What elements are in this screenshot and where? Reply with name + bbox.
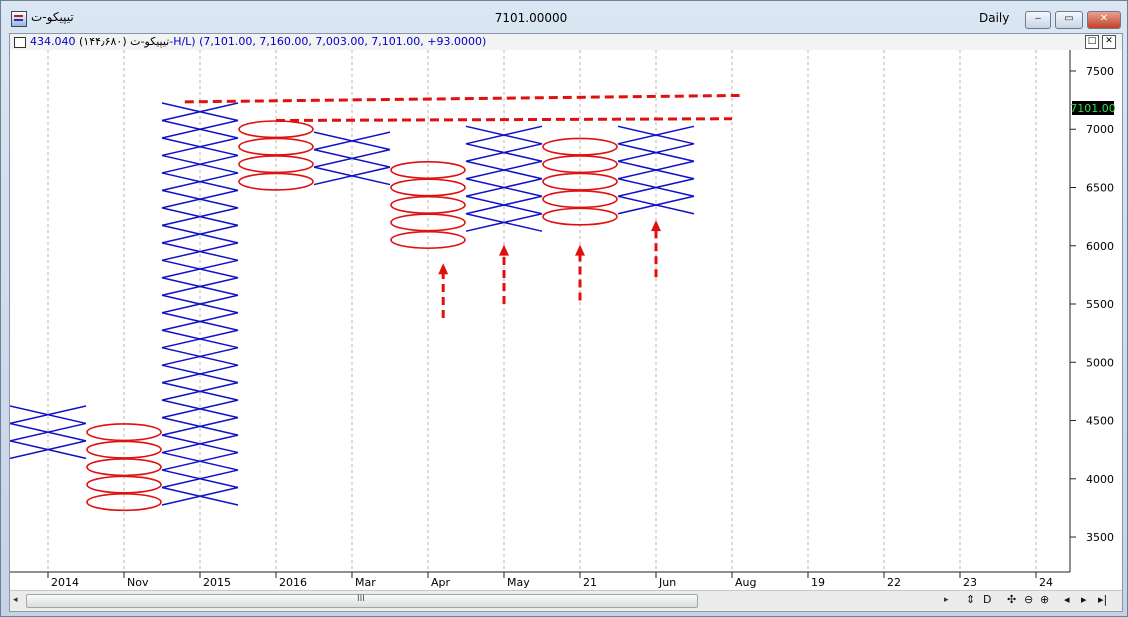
series-name: تیپیکو-ت (۱۴۴٫۶۸۰) xyxy=(79,35,170,48)
x-tick-label: 24 xyxy=(1039,576,1053,589)
price-marker-label: 7101.00 xyxy=(1070,102,1116,115)
close-button[interactable]: ✕ xyxy=(1087,11,1121,29)
y-tick-label: 7500 xyxy=(1086,65,1114,78)
y-tick-label: 6000 xyxy=(1086,240,1114,253)
zoom-in-icon[interactable]: ⊕ xyxy=(1040,593,1049,606)
y-tick-label: 5500 xyxy=(1086,298,1114,311)
y-tick-label: 6500 xyxy=(1086,181,1114,194)
panel-close-button[interactable]: ✕ xyxy=(1102,35,1116,49)
scroll-thumb[interactable]: III xyxy=(26,594,698,608)
x-tick-label: Apr xyxy=(431,576,451,589)
scroll-left-arrow[interactable]: ◂ xyxy=(13,595,18,605)
chart-app-icon[interactable] xyxy=(11,11,27,27)
title-bar: تیپیکو-ت 7101.00000 Daily ‒ ▭ ✕ xyxy=(1,1,1127,33)
window-title: تیپیکو-ت xyxy=(31,10,74,24)
move-icon[interactable]: ✣ xyxy=(1007,593,1016,606)
maximize-button[interactable]: ▭ xyxy=(1055,11,1083,29)
info-bar: تیپیکو-ت (۱۴۴٫۶۸۰) 434.040-H/L) (7,101.0… xyxy=(10,34,1122,51)
chart-panel: تیپیکو-ت (۱۴۴٫۶۸۰) 434.040-H/L) (7,101.0… xyxy=(9,33,1123,612)
x-tick-label: Aug xyxy=(735,576,756,589)
chart-window: تیپیکو-ت 7101.00000 Daily ‒ ▭ ✕ تیپیکو-ت… xyxy=(0,0,1128,617)
x-tick-label: 22 xyxy=(887,576,901,589)
series-icon[interactable] xyxy=(14,37,26,48)
x-tick-label: 19 xyxy=(811,576,825,589)
scroll-grip: III xyxy=(357,594,365,604)
x-tick-label: Jun xyxy=(658,576,676,589)
x-tick-label: 2015 xyxy=(203,576,231,589)
pnf-chart[interactable]: 2014 Nov 2015 2016 Mar Apr May 21 Jun Aug 19 22 23 24… xyxy=(10,50,1122,590)
scroll-end-icon[interactable]: ▸| xyxy=(1098,593,1107,606)
x-tick-label: 23 xyxy=(963,576,977,589)
horizontal-scrollbar[interactable]: ◂ III ▸ ⇕ D ✣ ⊖ ⊕ ◂ ▸ ▸| xyxy=(10,590,1122,610)
y-tick-label: 3500 xyxy=(1086,531,1114,544)
x-tick-label: 2016 xyxy=(279,576,307,589)
minimize-button[interactable]: ‒ xyxy=(1025,11,1051,29)
zoom-out-icon[interactable]: ⊖ xyxy=(1024,593,1033,606)
period-label: Daily xyxy=(979,11,1010,25)
x-tick-label: May xyxy=(507,576,530,589)
x-tick-label: Nov xyxy=(127,576,149,589)
scroll-back-icon[interactable]: ◂ xyxy=(1064,593,1070,606)
series-info: تیپیکو-ت (۱۴۴٫۶۸۰) 434.040-H/L) (7,101.0… xyxy=(30,35,486,48)
x-tick-label: 2014 xyxy=(51,576,79,589)
panel-maximize-button[interactable]: □ xyxy=(1085,35,1099,49)
y-tick-label: 7000 xyxy=(1086,123,1114,136)
y-tick-label: 4000 xyxy=(1086,473,1114,486)
window-price-value: 7101.00000 xyxy=(494,11,568,25)
x-tick-label: Mar xyxy=(355,576,376,589)
x-tick-label: 21 xyxy=(583,576,597,589)
y-tick-label: 5000 xyxy=(1086,356,1114,369)
scroll-forward-icon[interactable]: ▸ xyxy=(1081,593,1087,606)
scroll-right-arrow[interactable]: ▸ xyxy=(944,595,949,605)
period-d-button[interactable]: D xyxy=(983,593,991,606)
x-axis-area xyxy=(10,572,1070,590)
y-tick-label: 4500 xyxy=(1086,415,1114,428)
vertical-zoom-icon[interactable]: ⇕ xyxy=(966,593,975,606)
